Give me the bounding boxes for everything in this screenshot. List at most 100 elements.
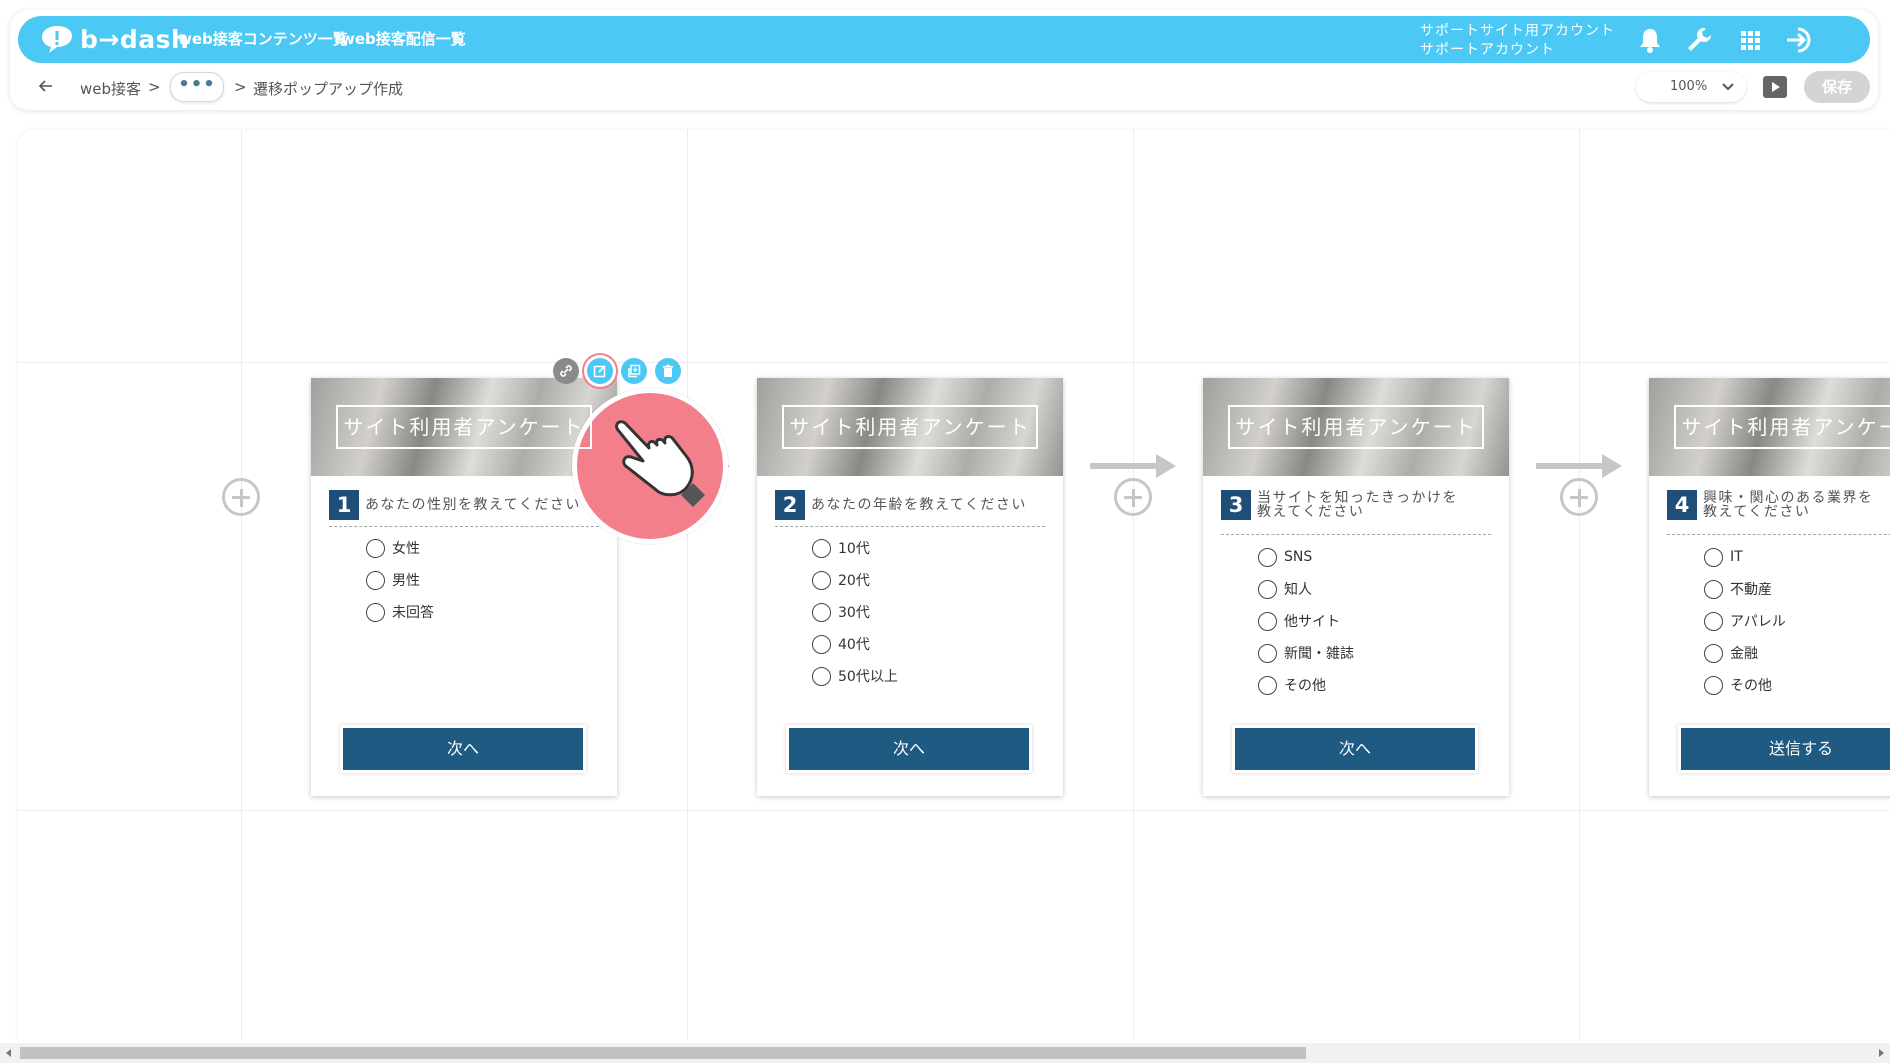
copy-icon[interactable] xyxy=(621,358,647,384)
radio-icon[interactable] xyxy=(1258,643,1277,663)
popup-card-1[interactable]: サイト利用者アンケート 1 あなたの性別を教えてください 女性 男性 未回答 次… xyxy=(311,378,617,796)
option-list: IT 不動産 アパレル 金融 その他 xyxy=(1704,541,1786,701)
question-number: 1 xyxy=(329,490,359,520)
radio-icon[interactable] xyxy=(1258,611,1277,631)
option[interactable]: 10代 xyxy=(812,532,898,564)
radio-icon[interactable] xyxy=(812,538,831,558)
zoom-select[interactable]: 100% xyxy=(1636,72,1746,102)
radio-icon[interactable] xyxy=(1258,579,1277,599)
option[interactable]: 不動産 xyxy=(1704,573,1786,605)
bell-icon[interactable] xyxy=(1635,25,1665,55)
question-text: あなたの年齢を教えてください xyxy=(811,497,1027,513)
next-button[interactable]: 次へ xyxy=(1232,725,1478,773)
option-list: 女性 男性 未回答 xyxy=(366,532,434,628)
logout-icon[interactable] xyxy=(1784,25,1818,55)
nav-web-delivery-list[interactable]: web接客配信一覧 xyxy=(341,16,466,63)
card-hero-image: サイト利用者アンケート xyxy=(1203,378,1509,476)
option[interactable]: その他 xyxy=(1258,669,1354,701)
top-nav-bar: b→dash web接客コンテンツ一覧 web接客配信一覧 サポートサイト用アカ… xyxy=(18,16,1870,63)
add-step-button[interactable] xyxy=(222,478,260,516)
scrollbar-thumb[interactable] xyxy=(20,1047,1306,1059)
option[interactable]: 30代 xyxy=(812,596,898,628)
radio-icon[interactable] xyxy=(366,570,385,590)
play-icon xyxy=(1772,82,1780,92)
radio-icon[interactable] xyxy=(812,602,831,622)
submit-button[interactable]: 送信する xyxy=(1678,725,1890,773)
card-title: サイト利用者アンケート xyxy=(1674,405,1890,449)
zoom-value: 100% xyxy=(1670,79,1708,94)
question-text: あなたの性別を教えてください xyxy=(365,497,581,513)
next-button[interactable]: 次へ xyxy=(340,725,586,773)
wrench-icon[interactable] xyxy=(1684,25,1714,55)
account-site: サポートサイト用アカウント xyxy=(1420,23,1615,39)
question-row: 2 あなたの年齢を教えてください xyxy=(775,490,1045,520)
option[interactable]: 金融 xyxy=(1704,637,1786,669)
link-icon[interactable] xyxy=(553,358,579,384)
radio-icon[interactable] xyxy=(1704,547,1723,567)
radio-icon[interactable] xyxy=(1704,611,1723,631)
option[interactable]: 50代以上 xyxy=(812,660,898,692)
question-row: 4 興味・関心のある業界を 教えてください xyxy=(1667,490,1890,520)
tap-indicator xyxy=(572,388,728,544)
option[interactable]: 知人 xyxy=(1258,573,1354,605)
radio-icon[interactable] xyxy=(1258,547,1277,567)
option[interactable]: IT xyxy=(1704,541,1786,573)
account-info[interactable]: サポートサイト用アカウント サポートアカウント xyxy=(1420,22,1615,60)
card-title: サイト利用者アンケート xyxy=(1228,405,1484,449)
question-number: 2 xyxy=(775,490,805,520)
account-name: サポートアカウント xyxy=(1420,42,1555,58)
option[interactable]: その他 xyxy=(1704,669,1786,701)
card-hero-image: サイト利用者アンケート xyxy=(1649,378,1890,476)
option[interactable]: アパレル xyxy=(1704,605,1786,637)
popup-card-4[interactable]: サイト利用者アンケート 4 興味・関心のある業界を 教えてください IT 不動産… xyxy=(1649,378,1890,796)
question-text: 興味・関心のある業界を 教えてください xyxy=(1703,490,1874,520)
radio-icon[interactable] xyxy=(366,602,385,622)
option[interactable]: 男性 xyxy=(366,564,434,596)
chevron-down-icon xyxy=(1722,83,1734,91)
breadcrumb: web接客 > ••• > 遷移ポップアップ作成 100% 保存 xyxy=(10,70,1878,104)
popup-card-3[interactable]: サイト利用者アンケート 3 当サイトを知ったきっかけを 教えてください SNS … xyxy=(1203,378,1509,796)
breadcrumb-current: 遷移ポップアップ作成 xyxy=(253,80,404,98)
radio-icon[interactable] xyxy=(1258,675,1277,695)
option[interactable]: SNS xyxy=(1258,541,1354,573)
add-step-button[interactable] xyxy=(1114,478,1152,516)
radio-icon[interactable] xyxy=(812,634,831,654)
option[interactable]: 未回答 xyxy=(366,596,434,628)
preview-play-button[interactable] xyxy=(1763,76,1787,98)
option[interactable]: 他サイト xyxy=(1258,605,1354,637)
card-title: サイト利用者アンケート xyxy=(336,405,592,449)
horizontal-scrollbar[interactable] xyxy=(0,1043,1890,1063)
card-4-viewport: サイト利用者アンケート 4 興味・関心のある業界を 教えてください IT 不動産… xyxy=(1640,370,1890,810)
hand-pointer-icon xyxy=(615,420,705,507)
grid-icon[interactable] xyxy=(1735,25,1765,55)
radio-icon[interactable] xyxy=(812,666,831,686)
nav-web-content-list[interactable]: web接客コンテンツ一覧 xyxy=(178,16,348,63)
option[interactable]: 女性 xyxy=(366,532,434,564)
popup-card-2[interactable]: サイト利用者アンケート 2 あなたの年齢を教えてください 10代 20代 30代… xyxy=(757,378,1063,796)
scroll-left-icon[interactable] xyxy=(6,1049,11,1057)
trash-icon[interactable] xyxy=(655,358,681,384)
radio-icon[interactable] xyxy=(1704,643,1723,663)
question-number: 4 xyxy=(1667,490,1697,520)
question-row: 3 当サイトを知ったきっかけを 教えてください xyxy=(1221,490,1491,520)
radio-icon[interactable] xyxy=(812,570,831,590)
breadcrumb-separator: > xyxy=(234,78,247,96)
breadcrumb-more-button[interactable]: ••• xyxy=(170,72,224,102)
question-text: 当サイトを知ったきっかけを 教えてください xyxy=(1257,490,1458,520)
save-button[interactable]: 保存 xyxy=(1804,71,1870,103)
option[interactable]: 20代 xyxy=(812,564,898,596)
radio-icon[interactable] xyxy=(366,538,385,558)
next-button[interactable]: 次へ xyxy=(786,725,1032,773)
option[interactable]: 40代 xyxy=(812,628,898,660)
radio-icon[interactable] xyxy=(1704,579,1723,599)
option[interactable]: 新聞・雑誌 xyxy=(1258,637,1354,669)
radio-icon[interactable] xyxy=(1704,675,1723,695)
scroll-right-icon[interactable] xyxy=(1879,1049,1884,1057)
option-list: SNS 知人 他サイト 新聞・雑誌 その他 xyxy=(1258,541,1354,701)
brand-name: b→dash xyxy=(80,24,190,54)
back-arrow-icon[interactable] xyxy=(38,78,54,94)
add-step-button[interactable] xyxy=(1560,478,1598,516)
edit-icon[interactable] xyxy=(587,358,613,384)
breadcrumb-root[interactable]: web接客 xyxy=(80,78,141,99)
logo[interactable]: b→dash xyxy=(40,22,189,56)
